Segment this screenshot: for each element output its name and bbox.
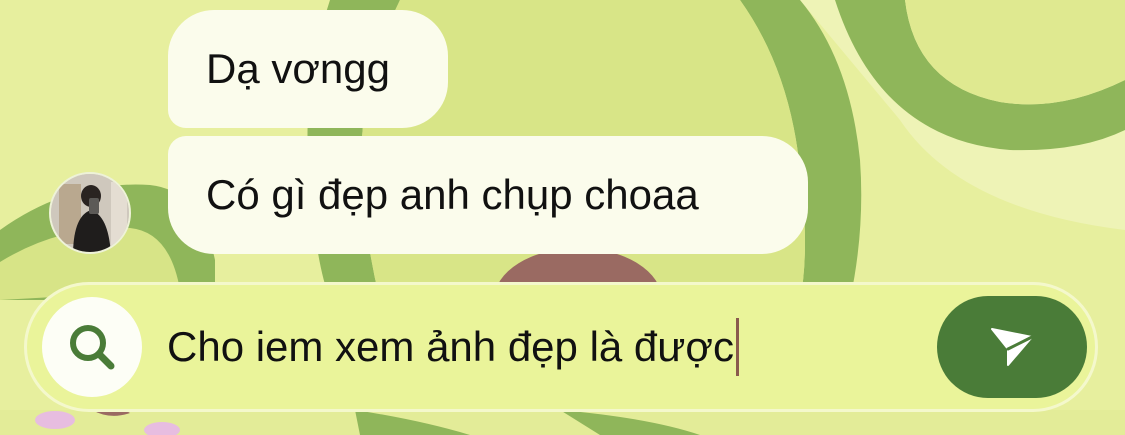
message-input-value: Cho iem xem ảnh đẹp là được bbox=[167, 323, 734, 370]
send-button[interactable] bbox=[937, 296, 1087, 398]
message-text: Có gì đẹp anh chụp choaa bbox=[206, 171, 699, 218]
search-button[interactable] bbox=[42, 297, 142, 397]
search-icon bbox=[70, 325, 115, 370]
avatar[interactable] bbox=[49, 172, 131, 254]
paper-plane-icon bbox=[991, 328, 1034, 366]
text-caret bbox=[735, 318, 739, 376]
message-text: Dạ vơngg bbox=[206, 45, 390, 92]
message-composer: Cho iem xem ảnh đẹp là được bbox=[24, 282, 1098, 412]
message-input[interactable]: Cho iem xem ảnh đẹp là được bbox=[167, 310, 927, 384]
message-bubble[interactable]: Có gì đẹp anh chụp choaa bbox=[168, 136, 808, 254]
message-bubble[interactable]: Dạ vơngg bbox=[168, 10, 448, 128]
